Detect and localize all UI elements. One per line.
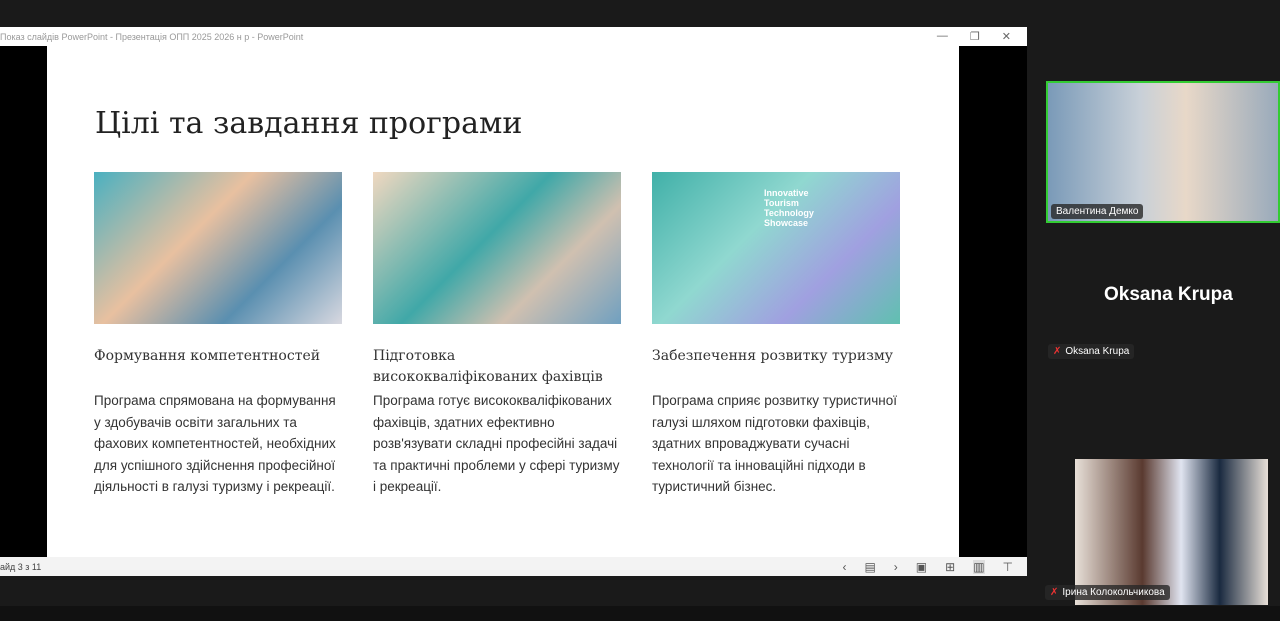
column-heading: Підготовка висококваліфікованих фахівців bbox=[373, 348, 603, 385]
participant-label: ✗ Oksana Krupa bbox=[1048, 344, 1135, 359]
title-bar: Показ слайдів PowerPoint - Презентація О… bbox=[0, 27, 1027, 46]
office-image bbox=[373, 172, 621, 324]
muted-mic-icon: ✗ bbox=[1050, 587, 1059, 598]
previous-slide-button[interactable]: ‹ bbox=[842, 560, 846, 574]
column-specialists: Підготовка висококваліфікованих фахівців… bbox=[373, 172, 623, 498]
slide-sorter-button[interactable]: ⊞ bbox=[945, 560, 955, 574]
meeting-toolbar bbox=[0, 606, 1280, 621]
next-slide-button[interactable]: › bbox=[894, 560, 898, 574]
participant-name: Валентина Демко bbox=[1051, 204, 1144, 219]
close-button[interactable]: ✕ bbox=[1002, 30, 1011, 43]
slideshow-button[interactable]: ⊤ bbox=[1003, 560, 1013, 574]
participant-label: ✗ Ірина Колокольчикова bbox=[1045, 585, 1170, 600]
slide-counter: айд 3 з 11 bbox=[0, 561, 42, 572]
column-competencies: Формування компетентностей Програма спря… bbox=[94, 172, 344, 498]
status-bar: айд 3 з 11 ‹ ▤ › ▣ ⊞ ▥ ⊤ bbox=[0, 557, 1027, 576]
participant-name: Ірина Колокольчикова bbox=[1062, 587, 1165, 598]
slide-menu-button[interactable]: ▤ bbox=[864, 560, 875, 574]
slide-title: Цілі та завдання програми bbox=[95, 106, 523, 141]
normal-view-button[interactable]: ▣ bbox=[916, 560, 927, 574]
column-heading: Забезпечення розвитку туризму bbox=[652, 348, 893, 364]
column-tourism: Innovative Tourism Technology Showcase З… bbox=[652, 172, 902, 498]
window-title: Показ слайдів PowerPoint - Презентація О… bbox=[0, 31, 304, 42]
restore-button[interactable]: ❐ bbox=[970, 30, 980, 43]
participant-tile[interactable]: Валентина Демко bbox=[1046, 81, 1280, 223]
column-body: Програма сприяє розвитку туристичної гал… bbox=[652, 393, 897, 494]
slide: Цілі та завдання програми Формування ком… bbox=[47, 46, 959, 557]
participant-name-large: Oksana Krupa bbox=[1104, 284, 1233, 305]
column-body: Програма готує висококваліфікованих фахі… bbox=[373, 393, 620, 494]
classroom-image bbox=[94, 172, 342, 324]
participant-name: Oksana Krupa bbox=[1065, 346, 1130, 357]
participant-tile[interactable]: Oksana Krupa ✗ Oksana Krupa bbox=[1040, 240, 1280, 365]
top-bar bbox=[0, 0, 1280, 27]
showcase-image: Innovative Tourism Technology Showcase bbox=[652, 172, 900, 324]
column-heading: Формування компетентностей bbox=[94, 348, 321, 364]
participant-tile[interactable] bbox=[1075, 459, 1268, 605]
powerpoint-window: Показ слайдів PowerPoint - Презентація О… bbox=[0, 27, 1027, 576]
minimize-button[interactable]: — bbox=[937, 30, 948, 43]
column-body: Програма спрямована на формування у здоб… bbox=[94, 393, 336, 494]
showcase-sign: Innovative Tourism Technology Showcase bbox=[764, 188, 814, 228]
reading-view-button[interactable]: ▥ bbox=[973, 559, 985, 574]
muted-mic-icon: ✗ bbox=[1053, 346, 1062, 357]
